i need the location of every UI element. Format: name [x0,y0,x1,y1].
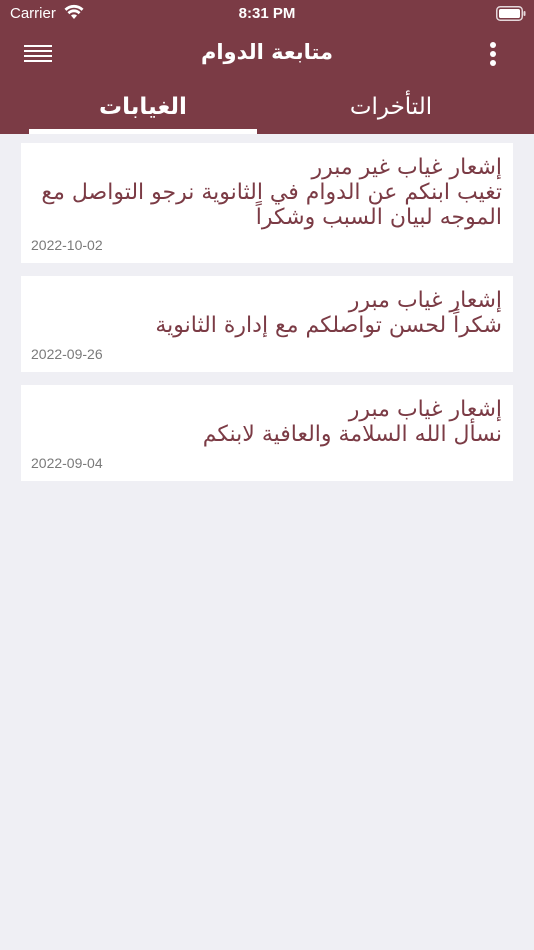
notification-date: 2022-10-02 [31,237,103,253]
list-item[interactable]: إشعار غياب مبرر شكراً لحسن تواصلكم مع إد… [21,276,513,372]
list-item[interactable]: إشعار غياب مبرر نسأل الله السلامة والعاف… [21,385,513,481]
notification-text: إشعار غياب مبرر شكراً لحسن تواصلكم مع إد… [155,288,502,338]
clock: 8:31 PM [238,5,296,22]
tab-delays[interactable]: التأخرات [277,82,505,134]
notification-text: إشعار غياب غير مبرر تغيب ابنكم عن الدوام… [41,155,502,230]
more-options-icon[interactable] [488,42,498,68]
navigation-bar: متابعة الدوام [0,28,534,82]
page-title: متابعة الدوام [200,40,334,64]
list-item[interactable]: إشعار غياب غير مبرر تغيب ابنكم عن الدوام… [21,143,513,263]
status-bar: Carrier 8:31 PM [0,0,534,28]
tab-absences[interactable]: الغيابات [29,82,257,134]
battery-icon [496,6,526,21]
selected-tab-indicator [29,129,257,134]
notification-text: إشعار غياب مبرر نسأل الله السلامة والعاف… [202,397,502,447]
tab-bar: الغيابات التأخرات [0,82,534,134]
notification-date: 2022-09-26 [31,346,103,362]
notification-date: 2022-09-04 [31,455,103,471]
app-header: Carrier 8:31 PM متابعة الدوام الغيابات ا… [0,0,534,134]
